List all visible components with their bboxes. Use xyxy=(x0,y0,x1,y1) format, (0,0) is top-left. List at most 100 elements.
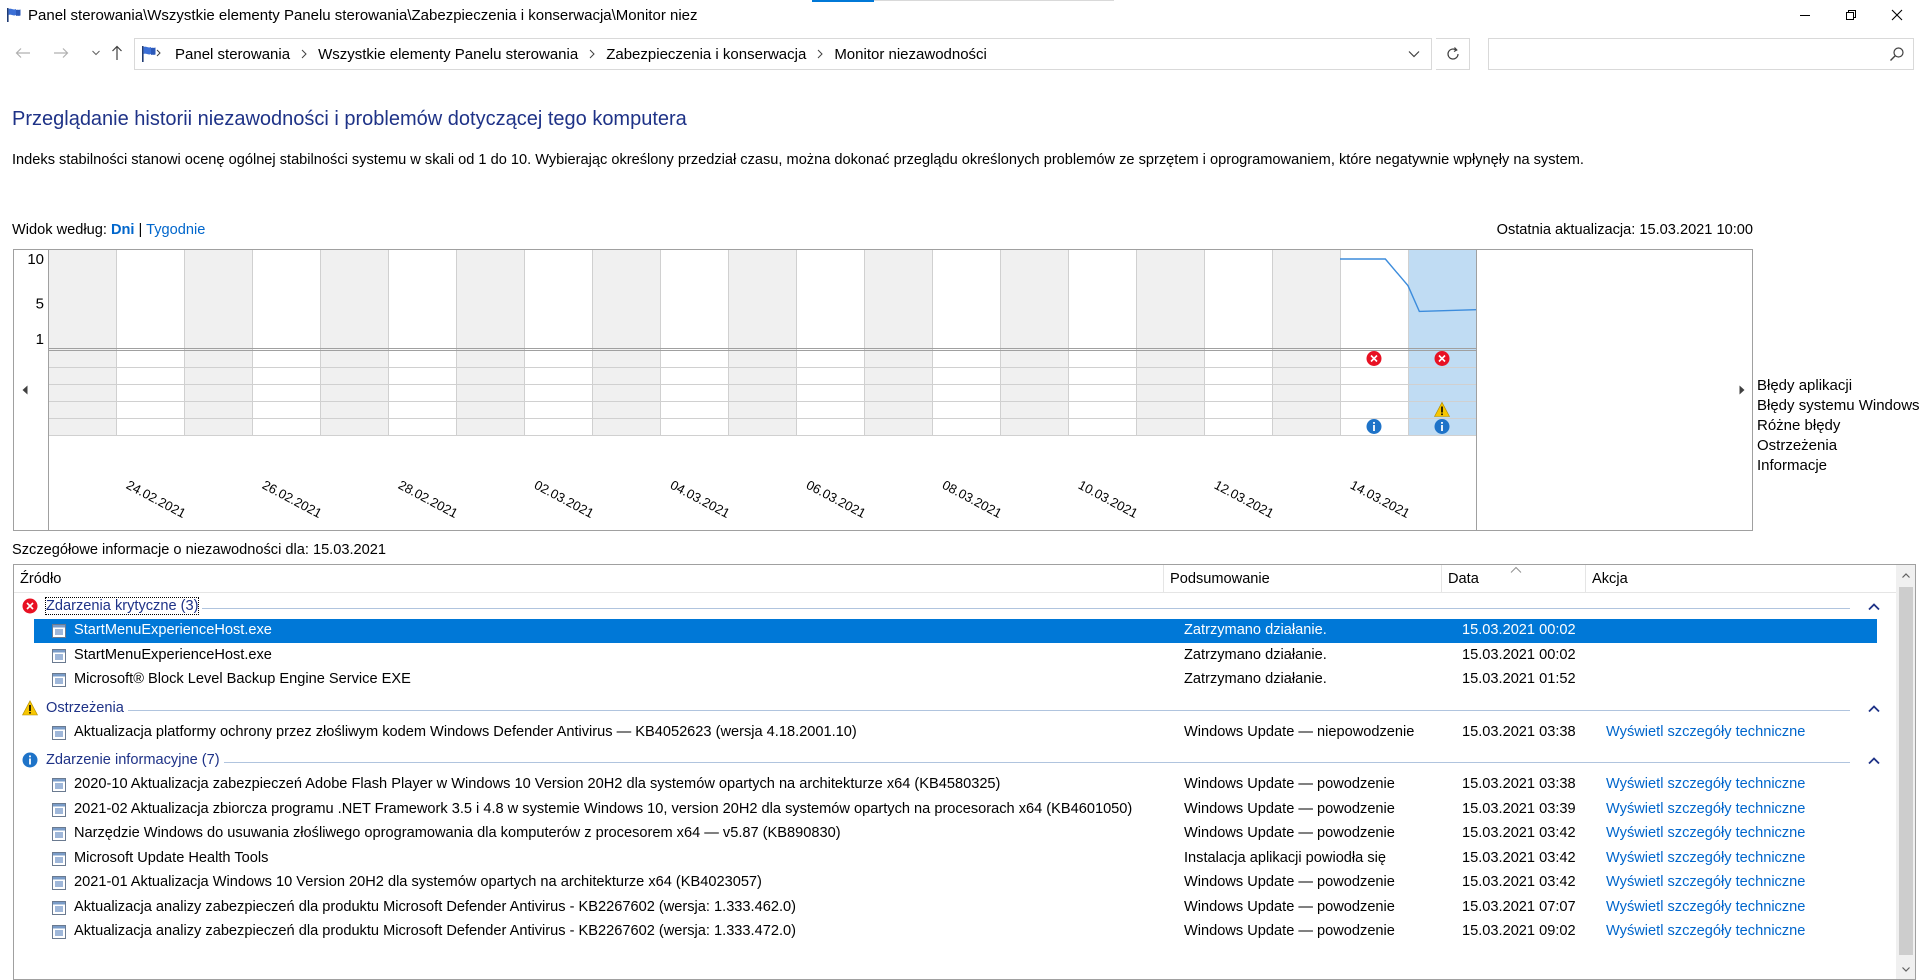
reliability-chart[interactable]: 10 5 1 24.02.2021 26.02.2021 28.02.2021 02.03.… xyxy=(13,249,1753,531)
group-header[interactable]: Ostrzeżenia xyxy=(14,697,1894,721)
row-summary: Instalacja aplikacji powiodła się xyxy=(1184,849,1386,866)
application-window-icon xyxy=(52,778,66,796)
table-row[interactable]: Microsoft® Block Level Backup Engine Ser… xyxy=(34,668,1877,692)
day-column[interactable] xyxy=(1340,250,1408,435)
day-column[interactable] xyxy=(728,250,796,435)
scrollbar-thumb[interactable] xyxy=(1899,587,1913,955)
day-column[interactable] xyxy=(184,250,252,435)
chevron-right-icon[interactable] xyxy=(589,49,595,59)
info-icon[interactable] xyxy=(1434,419,1450,434)
table-row[interactable]: Narzędzie Windows do usuwania złośliwego… xyxy=(34,822,1877,846)
breadcrumb-item[interactable]: Panel sterowania xyxy=(175,46,290,63)
day-column[interactable] xyxy=(1000,250,1068,435)
view-technical-details-link[interactable]: Wyświetl szczegóły techniczne xyxy=(1606,899,1805,915)
search-box[interactable] xyxy=(1488,38,1914,70)
info-icon[interactable] xyxy=(1366,419,1382,434)
view-technical-details-link[interactable]: Wyświetl szczegóły techniczne xyxy=(1606,874,1805,890)
breadcrumb-item[interactable]: Wszystkie elementy Panelu sterowania xyxy=(318,46,578,63)
day-column[interactable] xyxy=(252,250,320,435)
row-date: 15.03.2021 09:02 xyxy=(1462,923,1576,939)
day-column[interactable] xyxy=(456,250,524,435)
reliability-chart-canvas[interactable]: 10 5 1 24.02.2021 26.02.2021 28.02.2021 02.03.… xyxy=(14,250,1754,532)
x-tick-label: 28.02.2021 xyxy=(396,477,461,521)
back-button[interactable] xyxy=(10,40,36,66)
row-source: 2021-01 Aktualizacja Windows 10 Version … xyxy=(74,874,762,890)
row-source: Narzędzie Windows do usuwania złośliwego… xyxy=(74,825,841,841)
legend-app-errors: Błędy aplikacji xyxy=(1757,377,1853,394)
restore-button[interactable] xyxy=(1828,0,1874,30)
column-summary[interactable]: Podsumowanie xyxy=(1164,565,1442,593)
day-column[interactable] xyxy=(1272,250,1340,435)
chevron-right-icon[interactable] xyxy=(301,49,307,59)
vertical-scrollbar[interactable] xyxy=(1896,565,1915,979)
chevron-down-icon xyxy=(1902,966,1910,972)
chevron-down-icon xyxy=(1408,51,1420,58)
view-technical-details-link[interactable]: Wyświetl szczegóły techniczne xyxy=(1606,776,1805,792)
table-row[interactable]: Aktualizacja platformy ochrony przez zło… xyxy=(34,721,1877,745)
chart-scroll-right-button[interactable] xyxy=(1736,383,1748,397)
table-row[interactable]: 2020-10 Aktualizacja zabezpieczeń Adobe … xyxy=(34,773,1877,797)
error-icon[interactable] xyxy=(1366,351,1382,366)
day-column[interactable] xyxy=(592,250,660,435)
day-column[interactable] xyxy=(1136,250,1204,435)
view-technical-details-link[interactable]: Wyświetl szczegóły techniczne xyxy=(1606,850,1805,866)
minimize-button[interactable] xyxy=(1782,0,1828,30)
view-technical-details-link[interactable]: Wyświetl szczegóły techniczne xyxy=(1606,724,1805,740)
search-icon[interactable] xyxy=(1889,46,1905,67)
group-header[interactable]: Zdarzenie informacyjne (7) xyxy=(14,749,1894,773)
table-row[interactable]: 2021-01 Aktualizacja Windows 10 Version … xyxy=(34,871,1877,895)
breadcrumb-item[interactable]: Monitor niezawodności xyxy=(834,46,987,63)
table-row[interactable]: StartMenuExperienceHost.exe Zatrzymano dz… xyxy=(34,619,1877,643)
search-input[interactable] xyxy=(1495,43,1875,65)
group-label[interactable]: Zdarzenie informacyjne (7) xyxy=(46,752,220,768)
group-header[interactable]: Zdarzenia krytyczne (3) xyxy=(14,595,1894,619)
error-icon[interactable] xyxy=(1434,351,1450,366)
refresh-button[interactable] xyxy=(1436,38,1470,70)
chart-scroll-left-button[interactable] xyxy=(19,383,31,397)
table-row[interactable]: Aktualizacja analizy zabezpieczeń dla pr… xyxy=(34,896,1877,920)
view-technical-details-link[interactable]: Wyświetl szczegóły techniczne xyxy=(1606,923,1805,939)
group-label[interactable]: Zdarzenia krytyczne (3) xyxy=(44,597,200,615)
table-row[interactable]: Microsoft Update Health Tools Instalacja … xyxy=(34,847,1877,871)
address-bar[interactable]: Panel sterowania Wszystkie elementy Pane… xyxy=(134,38,1432,70)
grid-header: Źródło Podsumowanie Data Akcja xyxy=(14,565,1897,593)
day-column[interactable] xyxy=(796,250,864,435)
collapse-group-button[interactable] xyxy=(1868,752,1880,770)
application-window-icon xyxy=(52,802,66,817)
application-window-icon xyxy=(52,778,66,792)
view-technical-details-link[interactable]: Wyświetl szczegóły techniczne xyxy=(1606,825,1805,841)
restore-icon xyxy=(1846,10,1856,20)
scroll-up-button[interactable] xyxy=(1896,565,1915,585)
day-column[interactable] xyxy=(48,250,116,435)
close-button[interactable] xyxy=(1874,0,1920,30)
chevron-right-icon[interactable] xyxy=(817,49,824,59)
day-column[interactable] xyxy=(116,250,184,435)
day-column[interactable] xyxy=(388,250,456,435)
view-technical-details-link[interactable]: Wyświetl szczegóły techniczne xyxy=(1606,801,1805,817)
up-button[interactable] xyxy=(104,40,130,66)
day-column[interactable] xyxy=(524,250,592,435)
table-row[interactable]: 2021-02 Aktualizacja zbiorcza programu .… xyxy=(34,798,1877,822)
column-action[interactable]: Akcja xyxy=(1586,565,1866,593)
table-row[interactable]: StartMenuExperienceHost.exe Zatrzymano dz… xyxy=(34,644,1877,668)
address-dropdown-button[interactable] xyxy=(1397,39,1431,69)
view-days-link[interactable]: Dni xyxy=(111,222,135,238)
day-column[interactable] xyxy=(1204,250,1272,435)
table-row[interactable]: Aktualizacja analizy zabezpieczeń dla pr… xyxy=(34,920,1877,944)
reliability-details-grid[interactable]: Źródło Podsumowanie Data Akcja Zdarzenia… xyxy=(13,564,1916,980)
view-weeks-link[interactable]: Tygodnie xyxy=(146,222,205,238)
forward-button[interactable] xyxy=(48,40,74,66)
warning-icon xyxy=(22,699,38,721)
day-column[interactable] xyxy=(1068,250,1136,435)
row-summary: Windows Update — powodzenie xyxy=(1184,800,1395,817)
column-source[interactable]: Źródło xyxy=(14,565,1164,593)
scroll-down-button[interactable] xyxy=(1896,959,1915,979)
breadcrumb-item[interactable]: Zabezpieczenia i konserwacja xyxy=(606,46,806,63)
day-column[interactable] xyxy=(660,250,728,435)
collapse-group-button[interactable] xyxy=(1868,598,1880,616)
group-label[interactable]: Ostrzeżenia xyxy=(46,700,124,716)
day-column[interactable] xyxy=(864,250,932,435)
day-column[interactable] xyxy=(320,250,388,435)
day-column[interactable] xyxy=(932,250,1000,435)
collapse-group-button[interactable] xyxy=(1868,700,1880,718)
